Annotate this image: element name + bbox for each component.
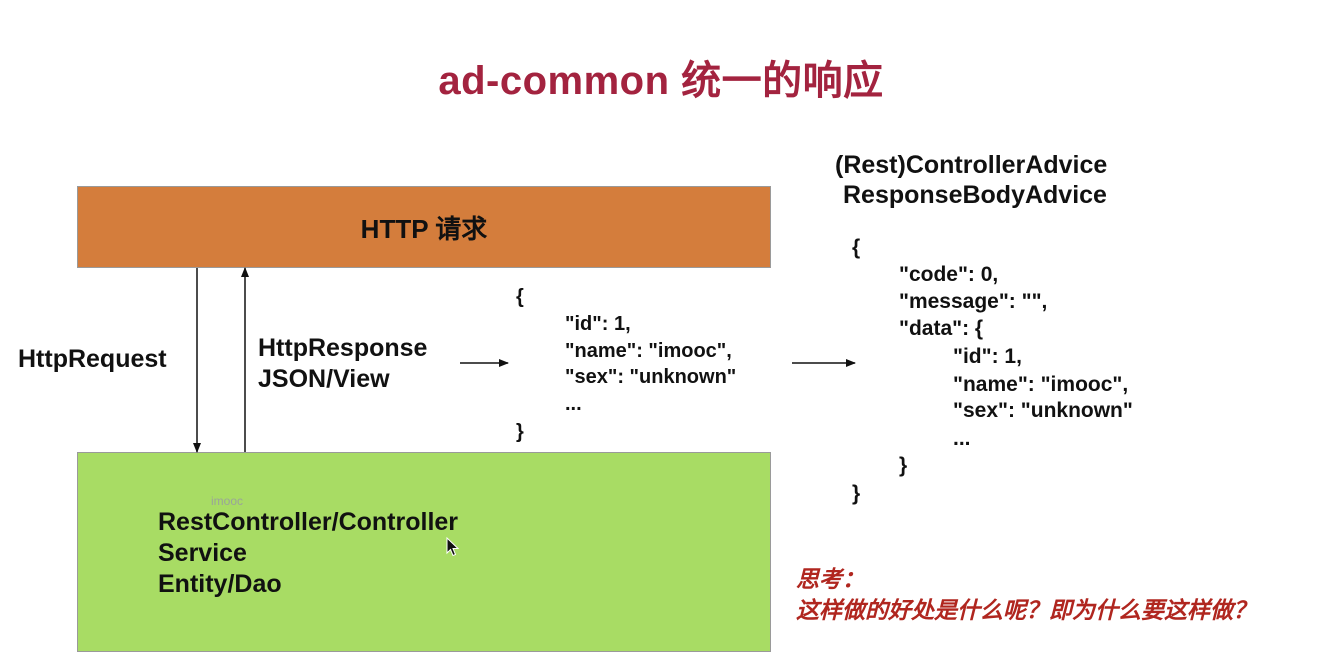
wrapped-json-data-open: "data": { xyxy=(899,317,984,340)
raw-json-id: "id": 1, xyxy=(565,313,631,335)
wrapped-json-code: "code": 0, xyxy=(899,263,999,286)
http-request-box-label: HTTP 请求 xyxy=(360,213,488,244)
wrapped-json-data-close: } xyxy=(899,454,908,477)
layer-entity-dao: Entity/Dao xyxy=(158,570,282,598)
watermark-text: imooc xyxy=(211,494,244,508)
controller-advice-label: (Rest)ControllerAdvice xyxy=(835,151,1108,179)
http-response-label: HttpResponse xyxy=(258,334,428,362)
page-title: ad-common 统一的响应 xyxy=(438,59,884,103)
layer-controller: RestController/Controller xyxy=(158,508,459,536)
raw-json-name: "name": "imooc", xyxy=(565,340,732,362)
http-request-label: HttpRequest xyxy=(18,345,167,373)
json-view-label: JSON/View xyxy=(258,365,390,393)
wrapped-json-close-brace: } xyxy=(852,482,861,505)
thinking-label: 思考： xyxy=(796,566,865,592)
wrapped-json-data-id: "id": 1, xyxy=(953,345,1022,368)
response-body-advice-label: ResponseBodyAdvice xyxy=(843,181,1107,209)
wrapped-json-data-name: "name": "imooc", xyxy=(953,373,1129,396)
mouse-pointer-icon xyxy=(446,537,460,557)
wrapped-json-open-brace: { xyxy=(852,236,861,259)
thinking-question: 这样做的好处是什么呢？即为什么要这样做？ xyxy=(796,597,1256,623)
raw-json-sex: "sex": "unknown" xyxy=(565,366,737,388)
wrapped-json-message: "message": "", xyxy=(899,290,1048,313)
raw-json-ellipsis: ... xyxy=(565,393,582,415)
raw-json-open-brace: { xyxy=(516,286,524,308)
wrapped-json-data-sex: "sex": "unknown" xyxy=(953,399,1133,422)
layer-service: Service xyxy=(158,539,247,567)
raw-json-close-brace: } xyxy=(516,421,524,443)
http-request-box: HTTP 请求 xyxy=(77,186,771,268)
wrapped-json-data-ellipsis: ... xyxy=(953,427,971,450)
